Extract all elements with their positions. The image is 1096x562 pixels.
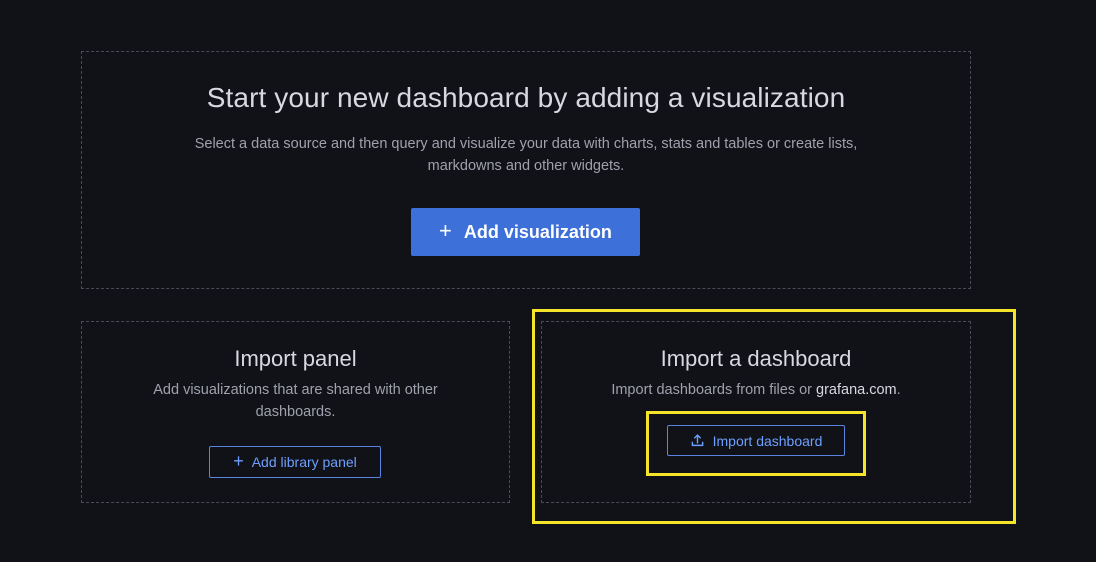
plus-icon: +: [439, 218, 452, 243]
upload-icon: [690, 433, 705, 448]
hero-title: Start your new dashboard by adding a vis…: [206, 82, 846, 113]
import-dashboard-description: Import dashboards from files or grafana.…: [566, 379, 946, 401]
plus-icon: +: [233, 451, 244, 471]
add-visualization-label: Add visualization: [463, 221, 612, 242]
import-dashboard-description-suffix: .: [896, 382, 901, 398]
empty-dashboard-canvas: Start your new dashboard by adding a vis…: [0, 0, 1096, 562]
import-dashboard-card: Import a dashboard Import dashboards fro…: [541, 321, 971, 503]
add-library-panel-label: Add library panel: [251, 454, 357, 470]
import-dashboard-title: Import a dashboard: [660, 346, 852, 371]
import-dashboard-button[interactable]: Import dashboard: [667, 425, 845, 456]
import-panel-title: Import panel: [234, 346, 357, 371]
add-visualization-section: Start your new dashboard by adding a vis…: [81, 51, 971, 289]
grafana-com-link[interactable]: grafana.com: [816, 382, 897, 398]
import-panel-card: Import panel Add visualizations that are…: [81, 321, 510, 503]
hero-description: Select a data source and then query and …: [194, 136, 858, 174]
import-panel-description: Add visualizations that are shared with …: [153, 382, 438, 420]
add-visualization-button[interactable]: + Add visualization: [411, 208, 640, 256]
import-dashboard-label: Import dashboard: [712, 432, 823, 449]
add-library-panel-button[interactable]: + Add library panel: [209, 446, 381, 478]
import-dashboard-description-text: Import dashboards from files or: [611, 382, 817, 398]
